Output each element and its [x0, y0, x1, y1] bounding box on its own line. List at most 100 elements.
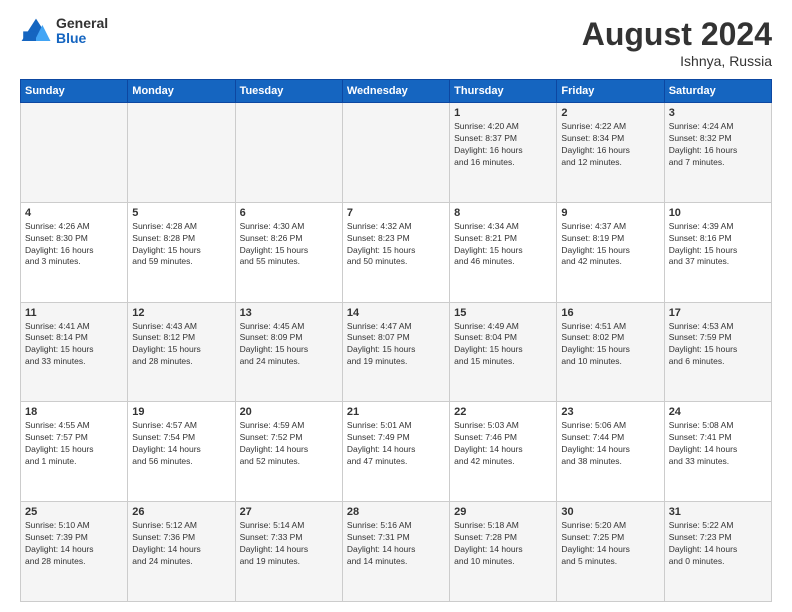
day-header-friday: Friday [557, 80, 664, 103]
cell-info: Sunrise: 4:51 AMSunset: 8:02 PMDaylight:… [561, 321, 659, 369]
calendar-cell: 1 Sunrise: 4:20 AMSunset: 8:37 PMDaylight… [450, 103, 557, 203]
cell-info: Sunrise: 4:22 AMSunset: 8:34 PMDaylight:… [561, 121, 659, 169]
cell-date: 19 [132, 406, 230, 418]
cell-info: Sunrise: 4:30 AMSunset: 8:26 PMDaylight:… [240, 221, 338, 269]
cell-info: Sunrise: 4:26 AMSunset: 8:30 PMDaylight:… [25, 221, 123, 269]
cell-date: 10 [669, 207, 767, 219]
calendar-cell [21, 103, 128, 203]
cell-date: 22 [454, 406, 552, 418]
calendar-cell [235, 103, 342, 203]
cell-info: Sunrise: 4:59 AMSunset: 7:52 PMDaylight:… [240, 420, 338, 468]
cell-info: Sunrise: 5:10 AMSunset: 7:39 PMDaylight:… [25, 520, 123, 568]
cell-date: 9 [561, 207, 659, 219]
cell-info: Sunrise: 4:37 AMSunset: 8:19 PMDaylight:… [561, 221, 659, 269]
cell-date: 18 [25, 406, 123, 418]
calendar-cell [342, 103, 449, 203]
calendar-cell: 27Sunrise: 5:14 AMSunset: 7:33 PMDayligh… [235, 502, 342, 602]
cell-info: Sunrise: 4:49 AMSunset: 8:04 PMDaylight:… [454, 321, 552, 369]
cell-info: Sunrise: 5:12 AMSunset: 7:36 PMDaylight:… [132, 520, 230, 568]
day-header-wednesday: Wednesday [342, 80, 449, 103]
calendar-cell: 19 Sunrise: 4:57 AMSunset: 7:54 PMDayligh… [128, 402, 235, 502]
cell-info: Sunrise: 5:01 AMSunset: 7:49 PMDaylight:… [347, 420, 445, 468]
day-header-monday: Monday [128, 80, 235, 103]
logo-icon [20, 17, 52, 45]
calendar-cell: 25Sunrise: 5:10 AMSunset: 7:39 PMDayligh… [21, 502, 128, 602]
calendar-week-row: 18 Sunrise: 4:55 AMSunset: 7:57 PMDayligh… [21, 402, 772, 502]
cell-info: Sunrise: 4:34 AMSunset: 8:21 PMDaylight:… [454, 221, 552, 269]
cell-info: Sunrise: 5:03 AMSunset: 7:46 PMDaylight:… [454, 420, 552, 468]
calendar-cell: 16 Sunrise: 4:51 AMSunset: 8:02 PMDayligh… [557, 302, 664, 402]
cell-date: 23 [561, 406, 659, 418]
calendar-cell: 10Sunrise: 4:39 AMSunset: 8:16 PMDayligh… [664, 202, 771, 302]
cell-date: 17 [669, 307, 767, 319]
calendar-cell: 29Sunrise: 5:18 AMSunset: 7:28 PMDayligh… [450, 502, 557, 602]
location: Ishnya, Russia [582, 53, 772, 69]
cell-info: Sunrise: 4:57 AMSunset: 7:54 PMDaylight:… [132, 420, 230, 468]
logo-blue: Blue [56, 31, 108, 46]
calendar-cell: 5Sunrise: 4:28 AMSunset: 8:28 PMDaylight… [128, 202, 235, 302]
cell-date: 30 [561, 506, 659, 518]
calendar-cell: 17 Sunrise: 4:53 AMSunset: 7:59 PMDayligh… [664, 302, 771, 402]
cell-info: Sunrise: 5:22 AMSunset: 7:23 PMDaylight:… [669, 520, 767, 568]
cell-info: Sunrise: 5:20 AMSunset: 7:25 PMDaylight:… [561, 520, 659, 568]
cell-info: Sunrise: 4:53 AMSunset: 7:59 PMDaylight:… [669, 321, 767, 369]
cell-date: 7 [347, 207, 445, 219]
calendar-cell: 8 Sunrise: 4:34 AMSunset: 8:21 PMDaylight… [450, 202, 557, 302]
cell-info: Sunrise: 4:47 AMSunset: 8:07 PMDaylight:… [347, 321, 445, 369]
cell-info: Sunrise: 4:41 AMSunset: 8:14 PMDaylight:… [25, 321, 123, 369]
calendar-cell: 14Sunrise: 4:47 AMSunset: 8:07 PMDayligh… [342, 302, 449, 402]
cell-info: Sunrise: 4:20 AMSunset: 8:37 PMDaylight:… [454, 121, 552, 169]
logo: General Blue [20, 16, 108, 47]
day-header-tuesday: Tuesday [235, 80, 342, 103]
cell-info: Sunrise: 5:18 AMSunset: 7:28 PMDaylight:… [454, 520, 552, 568]
day-header-sunday: Sunday [21, 80, 128, 103]
cell-date: 4 [25, 207, 123, 219]
cell-info: Sunrise: 4:45 AMSunset: 8:09 PMDaylight:… [240, 321, 338, 369]
calendar-cell: 11Sunrise: 4:41 AMSunset: 8:14 PMDayligh… [21, 302, 128, 402]
cell-info: Sunrise: 5:08 AMSunset: 7:41 PMDaylight:… [669, 420, 767, 468]
calendar: SundayMondayTuesdayWednesdayThursdayFrid… [20, 79, 772, 602]
calendar-cell: 13 Sunrise: 4:45 AMSunset: 8:09 PMDayligh… [235, 302, 342, 402]
cell-date: 31 [669, 506, 767, 518]
cell-date: 2 [561, 107, 659, 119]
calendar-cell: 12Sunrise: 4:43 AMSunset: 8:12 PMDayligh… [128, 302, 235, 402]
header: General Blue August 2024 Ishnya, Russia [20, 16, 772, 69]
cell-date: 27 [240, 506, 338, 518]
calendar-cell: 24 Sunrise: 5:08 AMSunset: 7:41 PMDayligh… [664, 402, 771, 502]
calendar-cell: 31 Sunrise: 5:22 AMSunset: 7:23 PMDayligh… [664, 502, 771, 602]
cell-date: 15 [454, 307, 552, 319]
calendar-week-row: 1 Sunrise: 4:20 AMSunset: 8:37 PMDaylight… [21, 103, 772, 203]
calendar-cell [128, 103, 235, 203]
cell-date: 20 [240, 406, 338, 418]
calendar-cell: 9 Sunrise: 4:37 AMSunset: 8:19 PMDaylight… [557, 202, 664, 302]
cell-info: Sunrise: 4:32 AMSunset: 8:23 PMDaylight:… [347, 221, 445, 269]
calendar-cell: 18 Sunrise: 4:55 AMSunset: 7:57 PMDayligh… [21, 402, 128, 502]
cell-date: 28 [347, 506, 445, 518]
cell-date: 6 [240, 207, 338, 219]
cell-date: 8 [454, 207, 552, 219]
cell-date: 3 [669, 107, 767, 119]
calendar-cell: 22 Sunrise: 5:03 AMSunset: 7:46 PMDayligh… [450, 402, 557, 502]
cell-date: 21 [347, 406, 445, 418]
cell-info: Sunrise: 5:06 AMSunset: 7:44 PMDaylight:… [561, 420, 659, 468]
calendar-week-row: 11Sunrise: 4:41 AMSunset: 8:14 PMDayligh… [21, 302, 772, 402]
title-block: August 2024 Ishnya, Russia [582, 16, 772, 69]
calendar-cell: 2 Sunrise: 4:22 AMSunset: 8:34 PMDaylight… [557, 103, 664, 203]
logo-text: General Blue [56, 16, 108, 47]
cell-date: 1 [454, 107, 552, 119]
cell-info: Sunrise: 4:24 AMSunset: 8:32 PMDaylight:… [669, 121, 767, 169]
calendar-cell: 3 Sunrise: 4:24 AMSunset: 8:32 PMDaylight… [664, 103, 771, 203]
calendar-cell: 30 Sunrise: 5:20 AMSunset: 7:25 PMDayligh… [557, 502, 664, 602]
calendar-cell: 23 Sunrise: 5:06 AMSunset: 7:44 PMDayligh… [557, 402, 664, 502]
cell-date: 26 [132, 506, 230, 518]
calendar-cell: 4 Sunrise: 4:26 AMSunset: 8:30 PMDaylight… [21, 202, 128, 302]
day-header-saturday: Saturday [664, 80, 771, 103]
cell-info: Sunrise: 4:28 AMSunset: 8:28 PMDaylight:… [132, 221, 230, 269]
logo-general: General [56, 16, 108, 31]
cell-date: 13 [240, 307, 338, 319]
cell-date: 16 [561, 307, 659, 319]
cell-date: 24 [669, 406, 767, 418]
cell-date: 12 [132, 307, 230, 319]
calendar-cell: 28Sunrise: 5:16 AMSunset: 7:31 PMDayligh… [342, 502, 449, 602]
cell-info: Sunrise: 4:55 AMSunset: 7:57 PMDaylight:… [25, 420, 123, 468]
